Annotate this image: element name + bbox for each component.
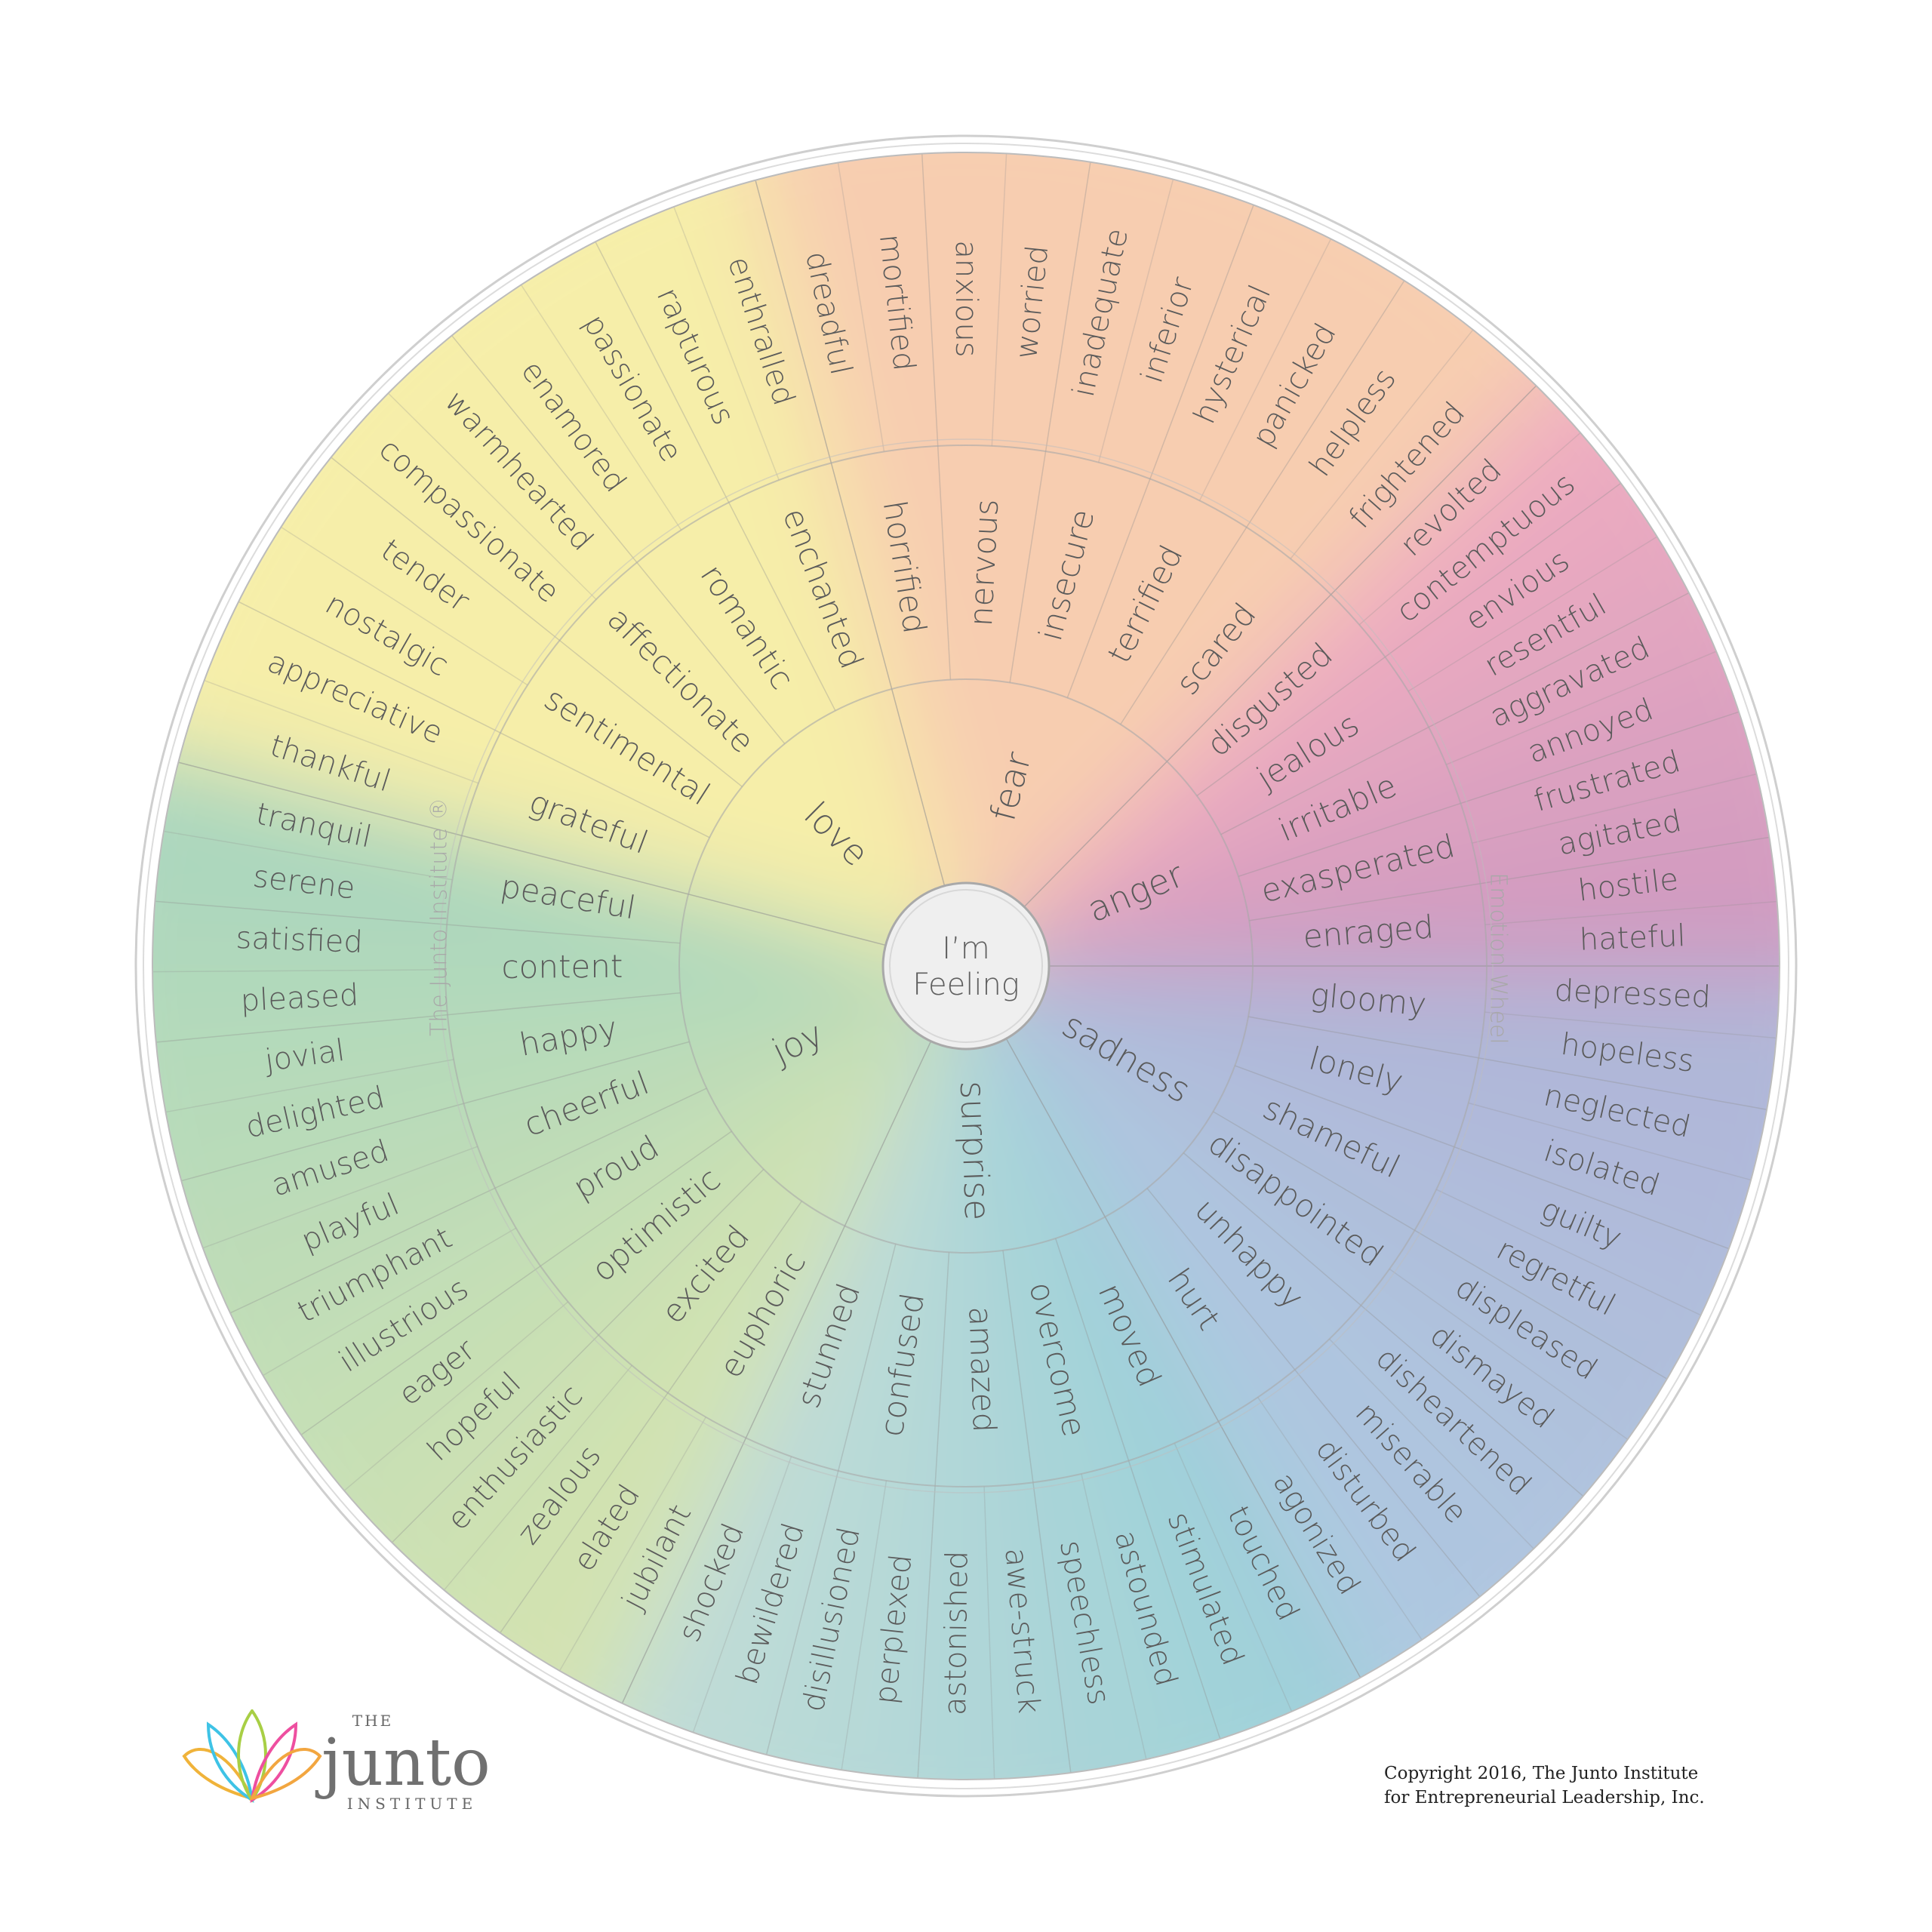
- copyright-notice: Copyright 2016, The Junto Institute for …: [1384, 1761, 1705, 1810]
- core-surprise: surprise: [952, 1080, 998, 1221]
- outer-depressed: depressed: [1554, 974, 1712, 1015]
- outer-astonished: astonished: [938, 1551, 975, 1716]
- copyright-line2: for Entrepreneurial Leadership, Inc.: [1384, 1788, 1705, 1807]
- copyright-line1: Copyright 2016, The Junto Institute: [1384, 1764, 1699, 1783]
- center-label-line1: I’m: [942, 931, 989, 966]
- outer-satisfied: satisfied: [235, 921, 364, 960]
- center-button: I’m Feeling: [881, 881, 1051, 1051]
- ring-label-left: The Junto Institute ®: [426, 798, 453, 1036]
- middle-amazed: amazed: [961, 1306, 1003, 1433]
- outer-hateful: hateful: [1579, 918, 1686, 958]
- logo-name: junto: [315, 1725, 491, 1801]
- outer-anxious: anxious: [949, 240, 983, 357]
- ring-label-right: Emotion Wheel: [1485, 872, 1512, 1044]
- middle-nervous: nervous: [962, 498, 1005, 627]
- lotus-icon: [182, 1709, 322, 1803]
- emotion-wheel: lovegratefulthankfulappreciative sentimen…: [134, 134, 1798, 1798]
- middle-content: content: [501, 948, 623, 986]
- junto-logo: THE junto INSTITUTE: [182, 1709, 491, 1813]
- logo-institute: INSTITUTE: [347, 1795, 477, 1813]
- center-circle: [881, 881, 1051, 1051]
- outer-pleased: pleased: [240, 978, 360, 1019]
- center-label-line2: Feeling: [912, 968, 1020, 1002]
